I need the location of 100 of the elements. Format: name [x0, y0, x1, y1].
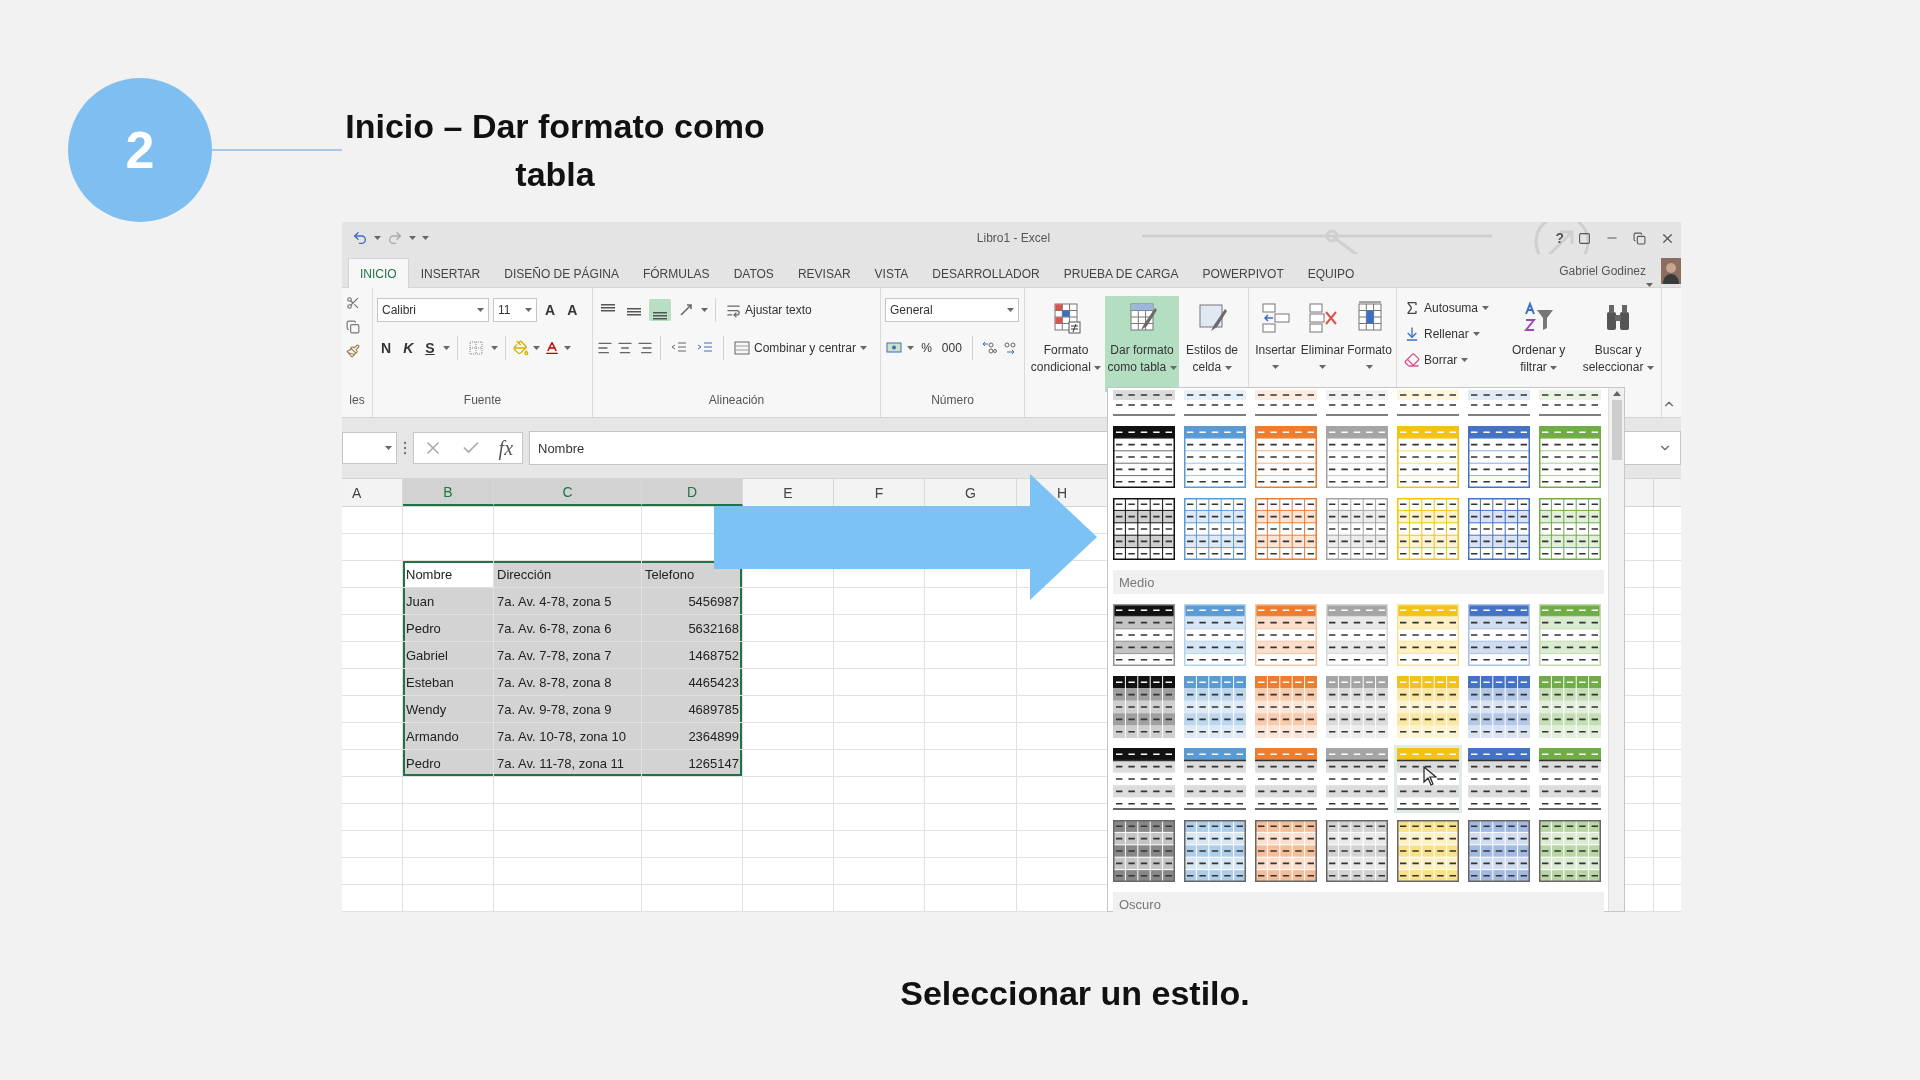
- table-style-thumbnail[interactable]: [1326, 390, 1388, 416]
- table-style-thumbnail[interactable]: [1539, 676, 1601, 738]
- mouse-pointer-icon: [1423, 766, 1437, 786]
- editing-button[interactable]: Borrar: [1401, 348, 1498, 372]
- ribbon-large-button[interactable]: Insertar: [1253, 296, 1298, 392]
- ribbon-large-button[interactable]: Estilos de celda: [1181, 296, 1243, 392]
- table-style-thumbnail[interactable]: [1539, 748, 1601, 810]
- table-style-thumbnail[interactable]: [1468, 820, 1530, 882]
- shrink-font-button[interactable]: A: [563, 302, 582, 318]
- table-style-thumbnail[interactable]: [1255, 820, 1317, 882]
- table-style-thumbnail[interactable]: [1184, 748, 1246, 810]
- table-style-thumbnail[interactable]: [1539, 390, 1601, 416]
- font-style-button[interactable]: S: [421, 340, 439, 356]
- copy-icon[interactable]: [346, 320, 360, 334]
- ribbon-tab[interactable]: FÓRMULAS: [630, 258, 722, 288]
- ribbon-tab[interactable]: POWERPIVOT: [1190, 258, 1296, 288]
- table-style-thumbnail[interactable]: [1397, 820, 1459, 882]
- ribbon-large-button[interactable]: Buscar y seleccionar: [1579, 296, 1657, 392]
- font-color-icon[interactable]: [543, 340, 560, 356]
- table-style-thumbnail[interactable]: [1326, 676, 1388, 738]
- table-style-thumbnail[interactable]: [1255, 748, 1317, 810]
- ribbon-display-icon[interactable]: [1578, 231, 1591, 245]
- table-style-thumbnail[interactable]: [1113, 676, 1175, 738]
- table-style-thumbnail[interactable]: [1255, 498, 1317, 560]
- table-style-thumbnail[interactable]: [1539, 820, 1601, 882]
- scrollbar-thumb[interactable]: [1611, 400, 1622, 460]
- number-format-dropdown[interactable]: General: [885, 298, 1019, 322]
- table-style-thumbnail[interactable]: [1113, 498, 1175, 560]
- table-style-thumbnail[interactable]: [1326, 820, 1388, 882]
- ribbon-tab[interactable]: DATOS: [721, 258, 786, 288]
- insert-function-button[interactable]: fx: [498, 436, 514, 460]
- eraser-icon: [1404, 352, 1420, 368]
- editing-button[interactable]: Rellenar: [1401, 322, 1498, 346]
- ribbon-tab[interactable]: INSERTAR: [408, 258, 493, 288]
- ribbon-tab[interactable]: DISEÑO DE PÁGINA: [492, 258, 631, 288]
- restore-icon[interactable]: [1633, 231, 1646, 245]
- table-style-thumbnail[interactable]: [1468, 748, 1530, 810]
- table-style-thumbnail[interactable]: [1326, 498, 1388, 560]
- table-style-thumbnail[interactable]: [1255, 390, 1317, 416]
- table-style-thumbnail[interactable]: [1113, 604, 1175, 666]
- user-name[interactable]: Gabriel Godinez: [1559, 263, 1646, 278]
- column-header[interactable]: D: [642, 479, 743, 506]
- ribbon-tab[interactable]: PRUEBA DE CARGA: [1051, 258, 1191, 288]
- grow-font-button[interactable]: A: [541, 302, 560, 318]
- font-name-dropdown[interactable]: Calibri: [377, 298, 489, 322]
- ribbon-tab[interactable]: REVISAR: [785, 258, 863, 288]
- ribbon-tab[interactable]: EQUIPO: [1295, 258, 1367, 288]
- table-style-thumbnail[interactable]: [1397, 390, 1459, 416]
- table-style-thumbnail[interactable]: [1255, 426, 1317, 488]
- ribbon-large-button[interactable]: Ordenar y filtrar: [1499, 296, 1578, 392]
- fill-down-icon: [1404, 326, 1420, 342]
- table-style-thumbnail[interactable]: [1326, 426, 1388, 488]
- ribbon-tab[interactable]: INICIO: [348, 258, 409, 288]
- table-style-thumbnail[interactable]: [1184, 820, 1246, 882]
- vertical-align-icon[interactable]: [649, 299, 671, 321]
- table-style-thumbnail[interactable]: [1113, 820, 1175, 882]
- editing-button[interactable]: Autosuma: [1401, 296, 1498, 320]
- font-size-dropdown[interactable]: 11: [493, 298, 537, 322]
- undo-icon[interactable]: [352, 230, 368, 246]
- align-left-icon[interactable]: [597, 340, 613, 356]
- table-style-thumbnail[interactable]: [1113, 426, 1175, 488]
- table-style-thumbnail[interactable]: [1326, 748, 1388, 810]
- table-style-thumbnail[interactable]: [1539, 498, 1601, 560]
- table-style-thumbnail[interactable]: [1184, 676, 1246, 738]
- table-style-thumbnail[interactable]: [1113, 390, 1175, 416]
- ribbon-tab[interactable]: VISTA: [862, 258, 921, 288]
- table-style-thumbnail[interactable]: [1539, 426, 1601, 488]
- column-header[interactable]: B: [403, 479, 494, 506]
- table-style-thumbnail[interactable]: [1468, 676, 1530, 738]
- ribbon-large-button[interactable]: Dar formato como tabla: [1105, 296, 1179, 392]
- table-style-thumbnail[interactable]: [1468, 426, 1530, 488]
- fill-color-icon[interactable]: [512, 340, 529, 356]
- table-style-thumbnail[interactable]: [1184, 426, 1246, 488]
- percent-button[interactable]: %: [918, 336, 935, 360]
- table-style-thumbnail[interactable]: [1184, 498, 1246, 560]
- font-style-button[interactable]: N: [377, 340, 396, 356]
- table-style-thumbnail[interactable]: [1397, 676, 1459, 738]
- wrap-text-button[interactable]: Ajustar texto: [723, 298, 815, 322]
- table-style-thumbnail[interactable]: [1468, 390, 1530, 416]
- table-style-thumbnail[interactable]: [1255, 676, 1317, 738]
- ribbon-large-button[interactable]: Formato condicional: [1029, 296, 1103, 392]
- table-style-thumbnail[interactable]: [1397, 748, 1459, 810]
- ribbon-large-button[interactable]: Eliminar: [1300, 296, 1345, 392]
- help-button[interactable]: ?: [1555, 230, 1564, 246]
- table-style-thumbnail[interactable]: [1468, 498, 1530, 560]
- avatar[interactable]: [1661, 257, 1681, 284]
- table-style-thumbnail[interactable]: [1184, 390, 1246, 416]
- font-style-button[interactable]: K: [399, 340, 418, 356]
- scroll-up-icon[interactable]: [1612, 391, 1621, 396]
- format-painter-icon[interactable]: [346, 344, 360, 358]
- ribbon-tab[interactable]: DESARROLLADOR: [920, 258, 1052, 288]
- thousands-button[interactable]: 000: [938, 336, 965, 360]
- merge-center-button[interactable]: Combinar y centrar: [731, 336, 871, 360]
- cut-icon[interactable]: [346, 296, 360, 310]
- column-header[interactable]: C: [494, 479, 642, 506]
- table-style-thumbnail[interactable]: [1113, 748, 1175, 810]
- align-center-icon[interactable]: [617, 340, 633, 356]
- align-right-icon[interactable]: [637, 340, 653, 356]
- more-icon[interactable]: [403, 441, 407, 455]
- scrollbar[interactable]: [1608, 388, 1624, 911]
